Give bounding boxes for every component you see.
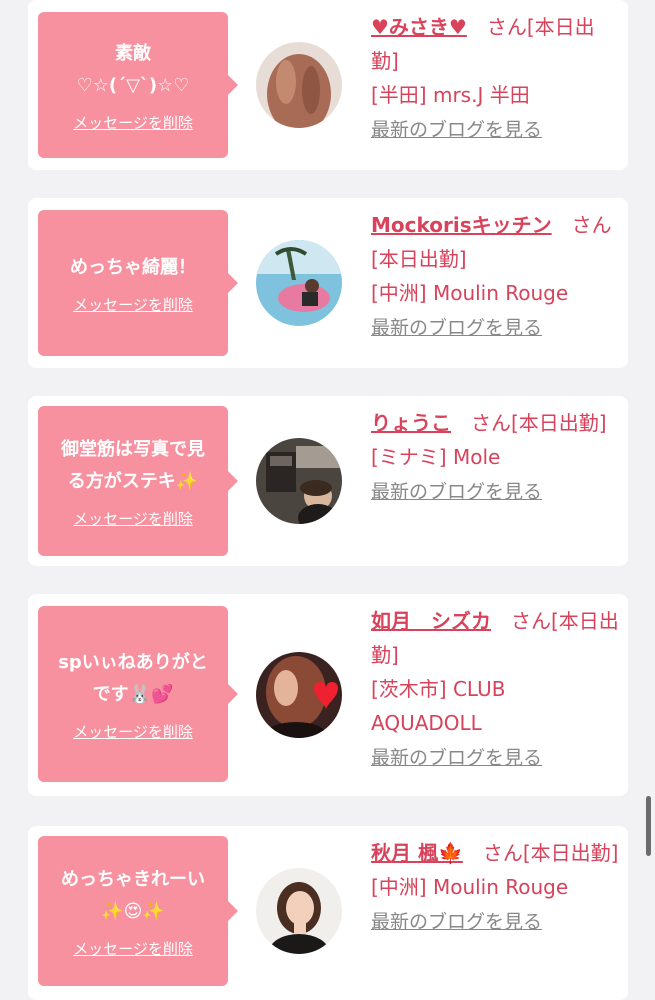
- latest-blog-link[interactable]: 最新のブログを見る: [371, 905, 542, 939]
- avatar-photo: [256, 868, 342, 954]
- avatar[interactable]: [256, 868, 342, 954]
- message-card: めっちゃきれーい ✨😍✨ メッセージを削除 秋月 楓🍁 さん[本日出勤] [中洲…: [28, 826, 628, 1000]
- message-text: めっちゃ綺麗！: [70, 252, 196, 284]
- scrollbar[interactable]: [646, 796, 651, 856]
- latest-blog-link[interactable]: 最新のブログを見る: [371, 311, 542, 345]
- shop-info: [半田] mrs.J 半田: [371, 83, 530, 107]
- latest-blog-link[interactable]: 最新のブログを見る: [371, 475, 542, 509]
- message-card: spいぃねありがと です🐰💕 メッセージを削除 如月 シズカ さん[本日出勤] …: [28, 594, 628, 796]
- sender-name-link[interactable]: ♥みさき♥: [371, 15, 467, 39]
- sender-info: ♥みさき♥ さん[本日出勤] [半田] mrs.J 半田 最新のブログを見る: [371, 10, 621, 147]
- message-text: めっちゃきれーい ✨😍✨: [61, 864, 205, 928]
- shop-info: [中洲] Moulin Rouge: [371, 875, 569, 899]
- message-card: めっちゃ綺麗！ メッセージを削除 Mockorisキッチン さん[本日出勤] […: [28, 198, 628, 368]
- avatar-photo: [256, 438, 342, 524]
- sender-name-link[interactable]: 秋月 楓🍁: [371, 841, 463, 865]
- avatar[interactable]: [256, 42, 342, 128]
- message-line: spいぃねありがと: [58, 651, 208, 673]
- sender-info: 秋月 楓🍁 さん[本日出勤] [中洲] Moulin Rouge 最新のブログを…: [371, 836, 621, 939]
- message-line: めっちゃ綺麗！: [70, 256, 196, 278]
- sender-info: りょうこ さん[本日出勤] [ミナミ] Mole 最新のブログを見る: [371, 406, 621, 509]
- sender-name-link[interactable]: Mockorisキッチン: [371, 213, 552, 237]
- message-card: 素敵 ♡☆(´▽`)☆♡ メッセージを削除 ♥みさき♥ さん[本日出勤] [半田…: [28, 0, 628, 170]
- avatar[interactable]: [256, 240, 342, 326]
- message-line: ♡☆(´▽`)☆♡: [76, 74, 190, 96]
- sender-status: さん[本日出勤]: [462, 841, 619, 865]
- message-text: spいぃねありがと です🐰💕: [58, 647, 208, 711]
- delete-message-link[interactable]: メッセージを削除: [73, 294, 193, 315]
- delete-message-link[interactable]: メッセージを削除: [73, 721, 193, 742]
- shop-info: [ミナミ] Mole: [371, 445, 501, 469]
- avatar-photo: [256, 42, 342, 128]
- latest-blog-link[interactable]: 最新のブログを見る: [371, 113, 542, 147]
- message-line: 素敵: [115, 42, 151, 64]
- sender-status: さん[本日出勤]: [451, 411, 607, 435]
- delete-message-link[interactable]: メッセージを削除: [73, 938, 193, 959]
- sender-name-link[interactable]: 如月 シズカ: [371, 609, 491, 633]
- avatar-photo: [256, 240, 342, 326]
- message-text: 御堂筋は写真で見 る方がステキ✨: [61, 434, 205, 498]
- avatar[interactable]: [256, 438, 342, 524]
- message-text: 素敵 ♡☆(´▽`)☆♡: [77, 38, 190, 102]
- message-line: ✨😍✨: [101, 900, 165, 922]
- sender-info: Mockorisキッチン さん[本日出勤] [中洲] Moulin Rouge …: [371, 208, 621, 345]
- avatar-photo: [256, 652, 342, 738]
- message-bubble: 素敵 ♡☆(´▽`)☆♡ メッセージを削除: [38, 12, 238, 158]
- message-bubble: めっちゃきれーい ✨😍✨ メッセージを削除: [38, 836, 238, 986]
- sender-name-link[interactable]: りょうこ: [371, 411, 451, 435]
- message-line: めっちゃきれーい: [61, 868, 205, 890]
- message-card: 御堂筋は写真で見 る方がステキ✨ メッセージを削除 りょうこ さん[本日出勤] …: [28, 396, 628, 566]
- shop-info: [茨木市] CLUB AQUADOLL: [371, 677, 506, 735]
- delete-message-link[interactable]: メッセージを削除: [73, 112, 193, 133]
- message-line: る方がステキ✨: [67, 470, 199, 492]
- message-line: です🐰💕: [92, 683, 174, 705]
- message-bubble: spいぃねありがと です🐰💕 メッセージを削除: [38, 606, 238, 782]
- delete-message-link[interactable]: メッセージを削除: [73, 508, 193, 529]
- message-line: 御堂筋は写真で見: [61, 438, 205, 460]
- latest-blog-link[interactable]: 最新のブログを見る: [371, 741, 542, 775]
- shop-info: [中洲] Moulin Rouge: [371, 281, 569, 305]
- sender-info: 如月 シズカ さん[本日出勤] [茨木市] CLUB AQUADOLL 最新のブ…: [371, 604, 621, 775]
- message-bubble: 御堂筋は写真で見 る方がステキ✨ メッセージを削除: [38, 406, 238, 556]
- message-bubble: めっちゃ綺麗！ メッセージを削除: [38, 210, 238, 356]
- avatar[interactable]: [256, 652, 342, 738]
